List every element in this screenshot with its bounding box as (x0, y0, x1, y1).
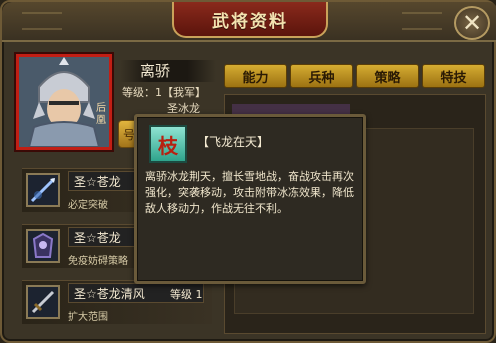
tab-ability[interactable]: 能力 (224, 64, 287, 88)
tab-troop-label: 兵种 (308, 70, 335, 86)
skill-tooltip: 枝 【飞龙在天】 离骄冰龙荆天，擅长雪地战，奋战攻击再次强化，突袭移动，攻击附带… (134, 114, 366, 284)
skill-item[interactable]: 圣☆苍龙清风 等级 1 扩大范围 (22, 280, 212, 324)
skill-desc: 免疫妨碍策略 (68, 256, 128, 267)
tab-special[interactable]: 特技 (422, 64, 485, 88)
skill-desc: 必定突破 (68, 200, 108, 211)
skill-name: 圣☆苍龙清风 (74, 287, 145, 301)
sword-icon (26, 285, 60, 319)
general-name: 离骄 (140, 62, 171, 80)
tab-strategy-label: 策略 (374, 70, 401, 86)
skill-level: 等级 1 (170, 288, 203, 301)
skill-name: 圣☆苍龙 (74, 231, 121, 245)
tab-troop[interactable]: 兵种 (290, 64, 353, 88)
tab-ability-label: 能力 (242, 70, 269, 86)
tab-special-label: 特技 (440, 70, 467, 86)
tooltip-title: 【飞龙在天】 (197, 135, 270, 149)
title-bar: 武将资料 ✕ (2, 2, 496, 42)
title-ornament-left (22, 12, 62, 30)
skill-glyph-icon: 枝 (149, 125, 187, 163)
general-level: 等级：1【我军】 (122, 86, 206, 99)
armor-icon (26, 229, 60, 263)
window-title: 武将资料 (212, 11, 288, 32)
close-button[interactable]: ✕ (454, 6, 490, 40)
general-portrait[interactable]: 后凰 (16, 54, 112, 150)
close-icon: ✕ (461, 9, 483, 37)
spear-icon (26, 173, 60, 207)
side-tag: 后凰 (96, 103, 106, 126)
tab-bar: 能力 兵种 策略 特技 (224, 64, 486, 88)
general-info-window: 武将资料 ✕ 后凰 离骄 等级：1【我军】 圣冰龙 号 能力 兵种 策略 特技 (0, 0, 496, 343)
window-title-plate: 武将资料 (172, 2, 328, 38)
tooltip-body: 离骄冰龙荆天，擅长雪地战，奋战攻击再次强化，突袭移动，攻击附带冰冻效果，降低敌人… (145, 170, 354, 215)
warrior-portrait-icon (19, 57, 109, 147)
title-ornament-right (402, 12, 442, 30)
tab-strategy[interactable]: 策略 (356, 64, 419, 88)
skill-desc: 扩大范围 (68, 312, 108, 323)
skill-name: 圣☆苍龙 (74, 175, 121, 189)
